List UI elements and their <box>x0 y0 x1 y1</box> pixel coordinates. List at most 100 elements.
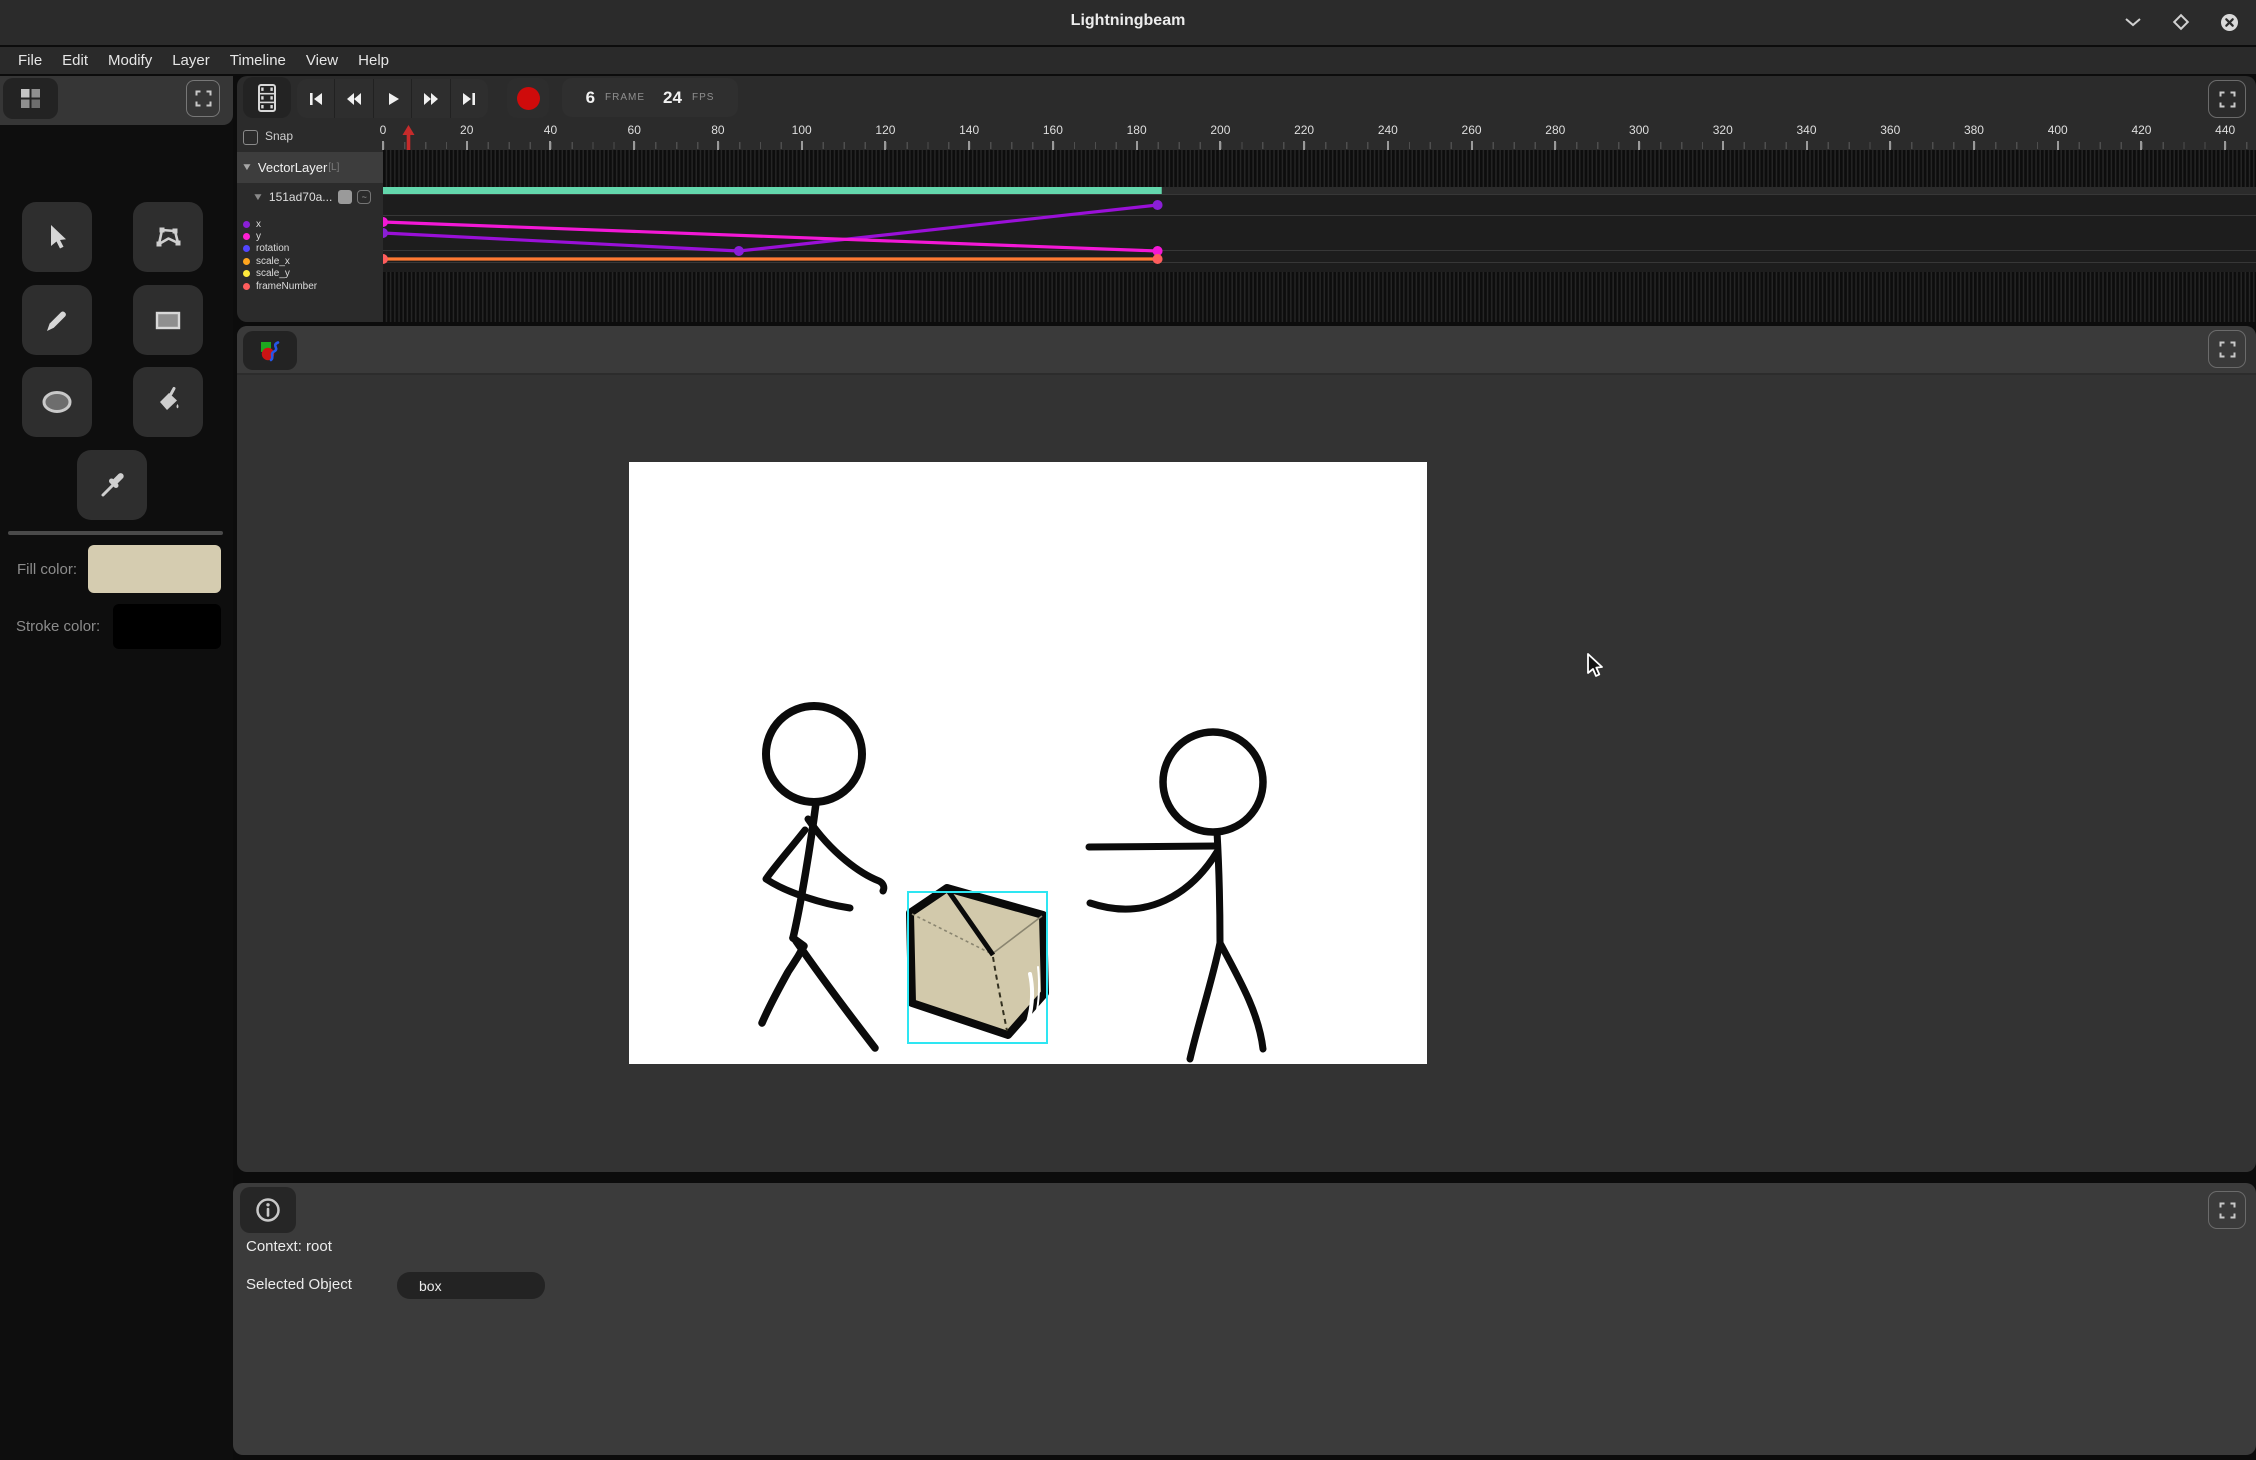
property-row-rotation[interactable]: rotation <box>243 243 317 255</box>
keyframe-band-top[interactable] <box>383 150 2256 187</box>
diamond-icon <box>2172 13 2190 31</box>
menu-item-modify[interactable]: Modify <box>98 47 162 74</box>
menu-item-help[interactable]: Help <box>348 47 399 74</box>
film-button[interactable] <box>243 77 291 118</box>
ruler-major-tick <box>1722 141 1724 150</box>
fast-forward-button[interactable] <box>412 79 450 118</box>
ruler-major-tick <box>1471 141 1473 150</box>
ruler-major-tick <box>2140 141 2142 150</box>
playback-controls <box>297 79 488 118</box>
property-color-dot <box>243 283 250 290</box>
expand-icon <box>2219 341 2236 358</box>
skip-end-icon <box>460 90 478 108</box>
property-row-scale_x[interactable]: scale_x <box>243 255 317 267</box>
menu-item-edit[interactable]: Edit <box>52 47 98 74</box>
stroke-color-swatch[interactable] <box>113 604 221 649</box>
timeline-ruler[interactable]: 0204060801001201401601802002202402602803… <box>383 122 2256 150</box>
playhead[interactable] <box>402 125 415 150</box>
transform-tool-button[interactable] <box>133 202 203 272</box>
ruler-label-360: 360 <box>1880 123 1900 137</box>
skip-end-button[interactable] <box>451 79 488 118</box>
rectangle-tool-button[interactable] <box>133 285 203 355</box>
timeline-expand-button[interactable] <box>2208 80 2246 118</box>
menu-item-file[interactable]: File <box>8 47 52 74</box>
scene-button[interactable] <box>243 331 297 370</box>
ruler-label-220: 220 <box>1294 123 1314 137</box>
layer-suffix: [L] <box>328 162 339 173</box>
stick-figure-right[interactable] <box>1089 732 1263 1059</box>
stick-figure-left[interactable] <box>762 706 884 1048</box>
tool-sidebar-header <box>0 76 233 125</box>
minimize-button[interactable] <box>2120 9 2146 35</box>
select-tool-button[interactable] <box>22 202 92 272</box>
ruler-major-tick <box>1889 141 1891 150</box>
drawing-canvas[interactable] <box>629 462 1427 1064</box>
play-button[interactable] <box>374 79 412 118</box>
keyframe-band-bottom[interactable] <box>383 272 2256 322</box>
property-color-dot <box>243 221 250 228</box>
eyedropper-icon <box>95 468 129 502</box>
layer-collapse-triangle-icon[interactable]: ▼ <box>241 162 253 173</box>
keyframe-x-185[interactable] <box>1153 200 1163 210</box>
property-row-x[interactable]: x <box>243 218 317 230</box>
property-row-y[interactable]: y <box>243 230 317 242</box>
ellipse-tool-button[interactable] <box>22 367 92 437</box>
eyedropper-tool-button[interactable] <box>77 450 147 520</box>
property-row-frameNumber[interactable]: frameNumber <box>243 280 317 292</box>
timeline-tracks[interactable] <box>383 150 2256 322</box>
play-icon <box>384 90 402 108</box>
object-collapse-triangle-icon[interactable]: ▼ <box>252 192 264 203</box>
ruler-label-140: 140 <box>959 123 979 137</box>
fill-color-swatch[interactable] <box>88 545 221 593</box>
sidebar-expand-button[interactable] <box>186 80 220 117</box>
paint-bucket-icon <box>151 385 185 419</box>
object-row[interactable]: ▼ 151ad70a... ~ <box>253 186 383 208</box>
ruler-label-80: 80 <box>711 123 724 137</box>
record-button[interactable] <box>507 78 549 118</box>
property-color-dot <box>243 258 250 265</box>
ruler-label-320: 320 <box>1713 123 1733 137</box>
rewind-button[interactable] <box>335 79 373 118</box>
pencil-icon <box>41 304 73 336</box>
ruler-major-tick <box>1973 141 1975 150</box>
canvas-expand-button[interactable] <box>2208 330 2246 368</box>
selected-object-label: Selected Object <box>246 1276 352 1293</box>
ruler-label-280: 280 <box>1545 123 1565 137</box>
paint-bucket-tool-button[interactable] <box>133 367 203 437</box>
box-object[interactable] <box>910 888 1045 1035</box>
stage-artwork <box>629 462 1427 1064</box>
object-solo-button[interactable] <box>338 190 352 204</box>
snap-checkbox[interactable] <box>243 130 258 145</box>
keyframe-x-85[interactable] <box>734 246 744 256</box>
info-button[interactable] <box>240 1187 296 1233</box>
ruler-major-tick <box>1554 141 1556 150</box>
property-row-scale_y[interactable]: scale_y <box>243 268 317 280</box>
frame-unit-label: FRAME <box>605 92 645 103</box>
inspector-expand-button[interactable] <box>2208 1191 2246 1229</box>
ruler-major-tick <box>2057 141 2059 150</box>
layer-row-vectorlayer[interactable]: ▼ VectorLayer [L] <box>237 152 383 183</box>
menu-item-view[interactable]: View <box>296 47 348 74</box>
menu-item-timeline[interactable]: Timeline <box>220 47 296 74</box>
expand-icon <box>2219 91 2236 108</box>
object-wave-toggle-button[interactable]: ~ <box>357 190 371 204</box>
ruler-label-260: 260 <box>1462 123 1482 137</box>
selected-object-input[interactable]: box <box>397 1272 545 1299</box>
fps-unit-label: FPS <box>692 92 714 103</box>
layer-span-bar[interactable] <box>383 187 1162 194</box>
ruler-major-tick <box>2224 141 2226 150</box>
window-title: Lightningbeam <box>0 12 2256 30</box>
ruler-minor-ticks <box>383 142 2256 149</box>
keyframe-scale_x-185[interactable] <box>1153 254 1163 264</box>
property-list: xyrotationscale_xscale_yframeNumber <box>243 218 317 292</box>
fps-value: 24 <box>663 88 682 108</box>
pencil-tool-button[interactable] <box>22 285 92 355</box>
skip-start-button[interactable] <box>297 79 335 118</box>
frame-fps-display[interactable]: 6 FRAME 24 FPS <box>562 78 738 117</box>
close-button[interactable] <box>2216 9 2242 35</box>
context-label: Context: root <box>246 1238 332 1255</box>
menu-item-layer[interactable]: Layer <box>162 47 220 74</box>
stroke-color-label: Stroke color: <box>16 618 100 635</box>
maximize-button[interactable] <box>2168 9 2194 35</box>
panel-grid-button[interactable] <box>3 78 58 119</box>
